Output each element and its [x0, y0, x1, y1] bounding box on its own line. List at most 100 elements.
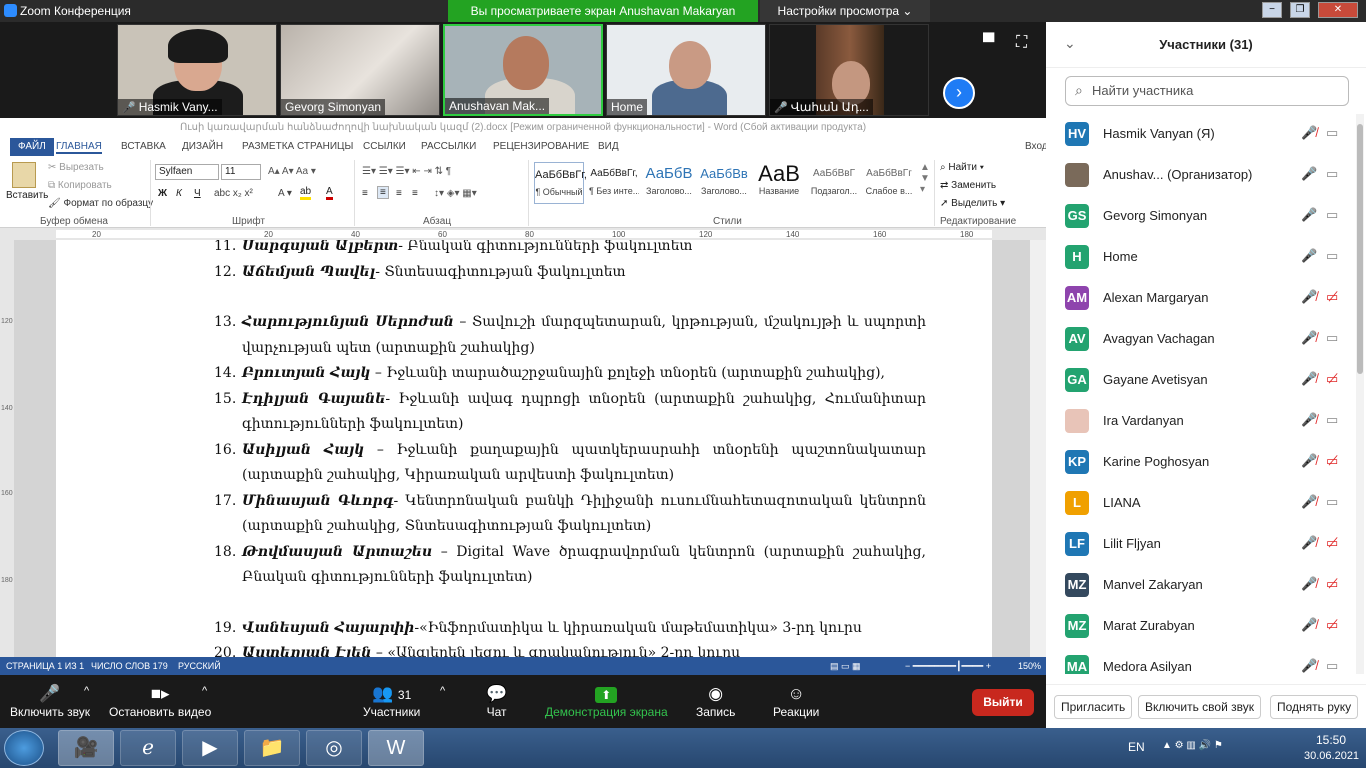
camera-off-icon[interactable]: ▭̸	[1326, 535, 1338, 551]
page-count[interactable]: СТРАНИЦА 1 ИЗ 1	[6, 661, 84, 671]
style-tile[interactable]: АаБбВвГ Подзагол...	[809, 162, 859, 204]
italic-button[interactable]: К	[176, 188, 182, 199]
participants-options-chevron[interactable]: ^	[440, 685, 445, 697]
chat-button[interactable]: 💬 Чат	[486, 683, 507, 719]
strikethrough-button[interactable]: abc x₂ x²	[214, 188, 253, 199]
select-button[interactable]: ➚ Выделить ▾	[940, 198, 1005, 209]
view-mode-icons[interactable]: ▤ ▭ ▦	[830, 661, 861, 672]
zoom-slider[interactable]: − ━━━━━━━━┃━━━━ +	[905, 661, 991, 672]
participant-row[interactable]: H Home 🎤 ▭	[1046, 237, 1356, 278]
camera-icon[interactable]: ▭	[1326, 412, 1338, 428]
participant-row[interactable]: MZ Manvel Zakaryan 🎤̸ ▭̸	[1046, 565, 1356, 606]
line-spacing-icon[interactable]: ↕▾ ◈▾ ▦▾	[434, 188, 477, 199]
document-page[interactable]: 11. Սարգսյան Ալբերտ- Բնական գիտություններ…	[56, 240, 992, 665]
style-tile[interactable]: АаБбВ Заголово...	[644, 162, 694, 204]
tab-home[interactable]: ГЛАВНАЯ	[56, 141, 102, 154]
mic-muted-icon[interactable]: 🎤̸	[1301, 576, 1317, 592]
horizontal-ruler[interactable]: 20 20 40 60 80 100 120 140 160 180	[0, 228, 1046, 240]
camera-icon[interactable]: ▭	[1326, 658, 1338, 674]
participant-list-scrollbar[interactable]	[1356, 114, 1364, 674]
tab-design[interactable]: ДИЗАЙН	[182, 141, 223, 152]
paste-icon[interactable]	[12, 162, 36, 188]
maximize-button[interactable]: ❐	[1290, 2, 1310, 18]
fullscreen-icon[interactable]: ⛶	[1016, 34, 1027, 52]
mic-muted-icon[interactable]: 🎤̸	[1301, 125, 1317, 141]
close-button[interactable]: ✕	[1318, 2, 1358, 18]
underline-button[interactable]: Ч	[194, 188, 201, 199]
mic-muted-icon[interactable]: 🎤̸	[1301, 535, 1317, 551]
participant-row[interactable]: L LIANA 🎤̸ ▭	[1046, 483, 1356, 524]
mic-icon[interactable]: 🎤	[1301, 207, 1317, 223]
participant-row[interactable]: MZ Marat Zurabyan 🎤̸ ▭̸	[1046, 606, 1356, 647]
find-button[interactable]: ⌕ Найти ▾	[940, 162, 984, 173]
video-options-chevron[interactable]: ^	[202, 685, 207, 697]
align-left-icon[interactable]: ≡	[362, 188, 368, 199]
cut-button[interactable]: ✂ Вырезать	[48, 162, 104, 173]
language-indicator[interactable]: РУССКИЙ	[178, 661, 221, 671]
mic-muted-icon[interactable]: 🎤̸	[1301, 453, 1317, 469]
reactions-button[interactable]: ☺ Реакции	[773, 683, 819, 719]
align-center-icon[interactable]: ≡	[377, 186, 389, 199]
tab-insert[interactable]: ВСТАВКА	[121, 141, 166, 152]
taskbar-media-icon[interactable]: ▶	[182, 730, 238, 766]
camera-icon[interactable]: ▭	[1326, 248, 1338, 264]
taskbar-ie-icon[interactable]: ℯ	[120, 730, 176, 766]
camera-off-icon[interactable]: ▭̸	[1326, 371, 1338, 387]
participant-row[interactable]: KP Karine Poghosyan 🎤̸ ▭̸	[1046, 442, 1356, 483]
gallery-view-icon[interactable]: ▀	[983, 34, 994, 52]
camera-icon[interactable]: ▭	[1326, 330, 1338, 346]
tab-review[interactable]: РЕЦЕНЗИРОВАНИЕ	[493, 141, 589, 152]
font-name-select[interactable]: Sylfaen	[155, 164, 219, 180]
replace-button[interactable]: ⇄ Заменить	[940, 180, 996, 191]
next-page-button[interactable]: ›	[943, 77, 975, 109]
raise-hand-button[interactable]: Поднять руку	[1270, 695, 1359, 719]
audio-options-chevron[interactable]: ^	[84, 685, 89, 697]
participant-row[interactable]: GA Gayane Avetisyan 🎤̸ ▭̸	[1046, 360, 1356, 401]
font-grow-icon[interactable]: A▴ A▾ Aa ▾	[268, 166, 316, 177]
text-effects-icon[interactable]: A ▾	[278, 188, 292, 199]
signin-link[interactable]: Вход	[1025, 141, 1046, 152]
participant-row[interactable]: HV Hasmik Vanyan (Я) 🎤̸ ▭	[1046, 114, 1356, 155]
document-list-item[interactable]: 13. Հարությունյան Սերոժան – Տավուշի մարզպ…	[214, 310, 926, 361]
style-tile[interactable]: АаБбВвГг, ¶ Без инте...	[589, 162, 639, 204]
windows-start-button[interactable]	[4, 730, 44, 766]
word-count[interactable]: ЧИСЛО СЛОВ 179	[91, 661, 168, 671]
record-button[interactable]: ◉ Запись	[696, 683, 735, 719]
paste-button[interactable]: Вставить	[6, 190, 48, 201]
camera-off-icon[interactable]: ▭̸	[1326, 617, 1338, 633]
font-size-select[interactable]: 11	[221, 164, 261, 180]
participant-row[interactable]: AV Avagyan Vachagan 🎤̸ ▭	[1046, 319, 1356, 360]
stop-video-button[interactable]: ■▸ Остановить видео	[109, 683, 211, 719]
mic-muted-icon[interactable]: 🎤̸	[1301, 330, 1317, 346]
camera-off-icon[interactable]: ▭̸	[1326, 289, 1338, 305]
copy-button[interactable]: ⧉ Копировать	[48, 180, 112, 191]
mic-muted-icon[interactable]: 🎤̸	[1301, 412, 1317, 428]
clock-time[interactable]: 15:50	[1316, 733, 1346, 747]
style-tile[interactable]: АаВ Название	[754, 162, 804, 204]
tab-view[interactable]: ВИД	[598, 141, 619, 152]
unmute-self-button[interactable]: Включить свой звук	[1138, 695, 1261, 719]
bold-button[interactable]: Ж	[158, 188, 167, 199]
document-list-item[interactable]: 17. Մինասյան Գևորգ- Կենտրոնական բանկի Դիլ…	[214, 489, 926, 540]
taskbar-chrome-icon[interactable]: ◎	[306, 730, 362, 766]
minimize-button[interactable]: −	[1262, 2, 1282, 18]
document-list-item[interactable]: 12. Աճեմյան Պավել- Տնտեսագիտության ֆակուլ…	[214, 260, 926, 286]
participant-row[interactable]: Anushav... (Организатор) 🎤 ▭	[1046, 155, 1356, 196]
justify-icon[interactable]: ≡	[412, 188, 418, 199]
taskbar-word-icon[interactable]: W	[368, 730, 424, 766]
camera-off-icon[interactable]: ▭̸	[1326, 576, 1338, 592]
document-list-item[interactable]: 19. Վանեսյան Հայարփի-«Ինֆորմատիկա և կիրառ…	[214, 616, 926, 642]
font-color-icon[interactable]: A	[326, 186, 333, 200]
document-list-item[interactable]: 11. Սարգսյան Ալբերտ- Բնական գիտություններ…	[214, 240, 926, 260]
video-tile-active-speaker[interactable]: Anushavan Mak...	[443, 24, 603, 116]
style-tile[interactable]: АаБбВвГг Слабое в...	[864, 162, 914, 204]
invite-button[interactable]: Пригласить	[1054, 695, 1133, 719]
document-scrollbar[interactable]	[1030, 240, 1046, 665]
video-tile[interactable]: Home	[606, 24, 766, 116]
mic-muted-icon[interactable]: 🎤̸	[1301, 617, 1317, 633]
video-tile[interactable]: Gevorg Simonyan	[280, 24, 440, 116]
camera-icon[interactable]: ▭	[1326, 166, 1338, 182]
tab-references[interactable]: ССЫЛКИ	[363, 141, 406, 152]
bullets-icon[interactable]: ☰▾ ☰▾ ☰▾ ⇤ ⇥ ⇅ ¶	[362, 166, 451, 177]
mic-icon[interactable]: 🎤	[1301, 248, 1317, 264]
